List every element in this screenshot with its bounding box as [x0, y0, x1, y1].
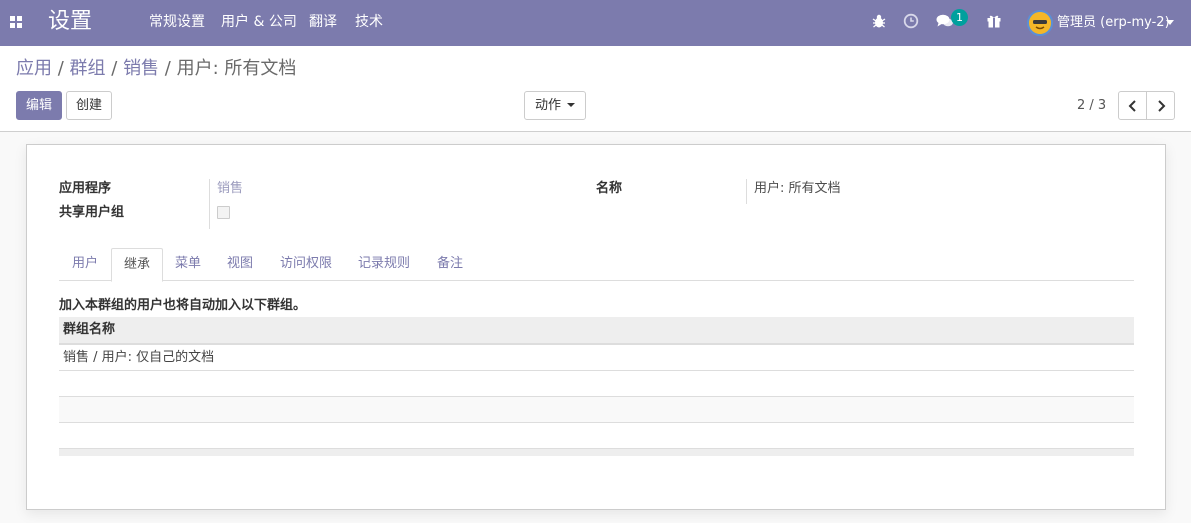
- breadcrumb-current: 用户: 所有文档: [176, 58, 297, 79]
- shared-group-checkbox[interactable]: [217, 206, 230, 219]
- menu-technical[interactable]: 技术: [355, 13, 383, 31]
- breadcrumb-separator: /: [57, 58, 70, 79]
- name-value[interactable]: 用户: 所有文档: [754, 181, 841, 197]
- tab-views[interactable]: 视图: [217, 248, 263, 281]
- column-group-name[interactable]: 群组名称: [59, 317, 1134, 345]
- tab-users[interactable]: 用户: [61, 248, 109, 281]
- table-row[interactable]: 销售 / 用户: 仅自己的文档: [59, 345, 1134, 371]
- pager-next-button[interactable]: [1146, 91, 1175, 120]
- create-button[interactable]: 创建: [66, 91, 112, 120]
- pager-previous-button[interactable]: [1118, 91, 1147, 120]
- tab-access-rights[interactable]: 访问权限: [271, 248, 341, 281]
- notebook-tabs: 用户 继承 菜单 视图 访问权限 记录规则 备注: [59, 248, 1134, 282]
- top-navbar: 设置 常规设置 用户 & 公司 翻译 技术 1 管理员 (erp-my-2): [0, 0, 1191, 46]
- menu-users-companies[interactable]: 用户 & 公司: [221, 13, 297, 31]
- user-name[interactable]: 管理员 (erp-my-2): [1057, 14, 1170, 31]
- chevron-down-icon[interactable]: [1166, 20, 1174, 25]
- chevron-right-icon: [1158, 100, 1166, 112]
- caret-down-icon: [567, 102, 575, 107]
- tab-menus[interactable]: 菜单: [165, 248, 211, 281]
- table-row-empty: [59, 371, 1134, 397]
- field-divider: [746, 179, 747, 204]
- tab-notes[interactable]: 备注: [427, 248, 473, 281]
- breadcrumb-separator: /: [111, 58, 124, 79]
- control-panel: 应用 / 群组 / 销售 / 用户: 所有文档 编辑 创建 动作 2 / 3: [0, 46, 1191, 132]
- tab-inherited[interactable]: 继承: [111, 248, 163, 282]
- app-title: 设置: [48, 9, 93, 34]
- clock-icon[interactable]: [903, 13, 921, 31]
- application-label: 应用程序: [59, 181, 112, 196]
- name-label: 名称: [596, 181, 623, 196]
- edit-button[interactable]: 编辑: [16, 91, 62, 120]
- menu-general-settings[interactable]: 常规设置: [149, 13, 205, 31]
- action-label: 动作: [534, 98, 561, 113]
- breadcrumb: 应用 / 群组 / 销售 / 用户: 所有文档: [16, 58, 296, 80]
- gift-icon[interactable]: [986, 13, 1004, 31]
- breadcrumb-separator: /: [164, 58, 177, 79]
- apps-menu-icon[interactable]: [10, 16, 23, 29]
- table-footer: [59, 449, 1134, 456]
- inherited-groups-table: 群组名称 销售 / 用户: 仅自己的文档: [59, 317, 1134, 456]
- menu-translations[interactable]: 翻译: [309, 13, 337, 31]
- chevron-left-icon: [1128, 100, 1136, 112]
- inherited-help-text: 加入本群组的用户也将自动加入以下群组。: [59, 298, 307, 313]
- form-sheet: 应用程序 销售 共享用户组 名称 用户: 所有文档 用户 继承 菜单 视图 访问…: [26, 144, 1166, 510]
- action-dropdown[interactable]: 动作: [524, 91, 586, 120]
- tab-record-rules[interactable]: 记录规则: [349, 248, 419, 281]
- shared-group-label: 共享用户组: [59, 205, 125, 220]
- field-divider: [209, 179, 210, 229]
- application-value[interactable]: 销售: [217, 181, 243, 197]
- table-row-empty: [59, 423, 1134, 449]
- table-row-empty: [59, 397, 1134, 423]
- user-avatar[interactable]: [1027, 10, 1053, 36]
- pager-value[interactable]: 2 / 3: [1077, 97, 1106, 115]
- bug-icon[interactable]: [871, 13, 889, 31]
- breadcrumb-apps[interactable]: 应用: [16, 58, 52, 79]
- breadcrumb-groups[interactable]: 群组: [70, 58, 106, 79]
- breadcrumb-sales[interactable]: 销售: [123, 58, 159, 79]
- message-count-badge: 1: [951, 9, 968, 26]
